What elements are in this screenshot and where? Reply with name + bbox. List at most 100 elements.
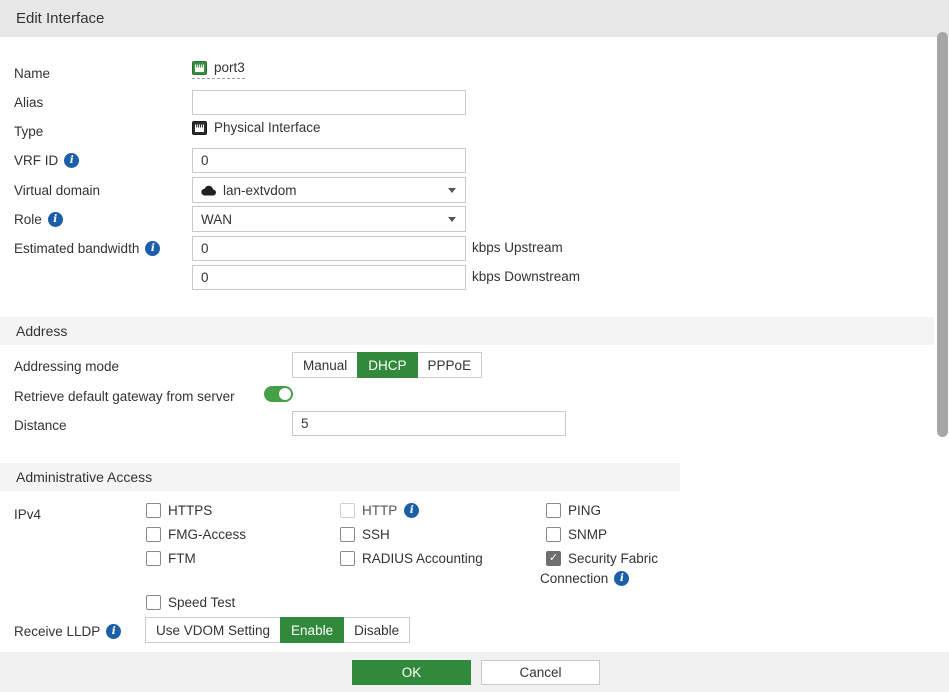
ftm-checkbox-label: FTM	[168, 551, 196, 566]
alias-label-text: Alias	[14, 95, 43, 110]
https-checkbox-item: HTTPS	[146, 503, 212, 518]
lldp-use-vdom-setting-button[interactable]: Use VDOM Setting	[145, 617, 281, 643]
addressing-mode-pppoe-button[interactable]: PPPoE	[417, 352, 483, 378]
security-fabric-checkbox-item: Security Fabric	[546, 551, 658, 566]
interface-type-text: Physical Interface	[214, 120, 321, 135]
radius-accounting-checkbox-label: RADIUS Accounting	[362, 551, 483, 566]
footer-bar	[0, 652, 949, 692]
https-checkbox-label: HTTPS	[168, 503, 212, 518]
ftm-checkbox-item: FTM	[146, 551, 196, 566]
https-checkbox[interactable]	[146, 503, 161, 518]
addressing-mode-segment: Manual DHCP PPPoE	[292, 352, 482, 378]
type-label-text: Type	[14, 124, 43, 139]
name-label: Name	[14, 64, 50, 82]
distance-label: Distance	[14, 416, 67, 434]
name-label-text: Name	[14, 66, 50, 81]
type-label: Type	[14, 122, 43, 140]
ping-checkbox-item: PING	[546, 503, 601, 518]
chevron-down-icon	[448, 217, 456, 222]
role-label-text: Role	[14, 212, 42, 227]
admin-access-section-header: Administrative Access	[0, 463, 680, 491]
interface-name-value[interactable]: port3	[192, 60, 245, 79]
physical-interface-icon	[192, 121, 207, 135]
estimated-bandwidth-label-text: Estimated bandwidth	[14, 241, 139, 256]
alias-input[interactable]	[192, 90, 466, 115]
ssh-checkbox-label: SSH	[362, 527, 390, 542]
receive-lldp-label-text: Receive LLDP	[14, 624, 100, 639]
http-checkbox-item: HTTP	[340, 503, 419, 518]
receive-lldp-label: Receive LLDP	[14, 622, 121, 640]
http-checkbox-label: HTTP	[362, 503, 397, 518]
snmp-checkbox-label: SNMP	[568, 527, 607, 542]
ssh-checkbox-item: SSH	[340, 527, 390, 542]
addressing-mode-manual-button[interactable]: Manual	[292, 352, 358, 378]
role-value: WAN	[201, 212, 232, 227]
vrf-id-info-icon[interactable]	[64, 153, 79, 168]
virtual-domain-label: Virtual domain	[14, 181, 100, 199]
role-select[interactable]: WAN	[192, 206, 466, 232]
role-label: Role	[14, 210, 63, 228]
retrieve-gateway-label-text: Retrieve default gateway from server	[14, 389, 235, 404]
addressing-mode-dhcp-button[interactable]: DHCP	[357, 352, 417, 378]
cancel-button[interactable]: Cancel	[481, 660, 600, 685]
virtual-domain-value: lan-extvdom	[223, 183, 297, 198]
upstream-unit-label: kbps Upstream	[472, 240, 563, 255]
security-fabric-info-icon[interactable]	[614, 571, 629, 586]
downstream-unit-label: kbps Downstream	[472, 269, 580, 284]
edit-interface-page: Edit Interface Name port3 Alias Type	[0, 0, 949, 692]
radius-accounting-checkbox-item: RADIUS Accounting	[340, 551, 483, 566]
radius-accounting-checkbox[interactable]	[340, 551, 355, 566]
ipv4-label-text: IPv4	[14, 507, 41, 522]
retrieve-gateway-label: Retrieve default gateway from server	[14, 387, 235, 405]
virtual-domain-label-text: Virtual domain	[14, 183, 100, 198]
distance-input[interactable]	[292, 411, 566, 436]
address-section-title: Address	[16, 323, 67, 339]
interface-name-text: port3	[214, 60, 245, 75]
addressing-mode-label-text: Addressing mode	[14, 359, 119, 374]
snmp-checkbox-item: SNMP	[546, 527, 607, 542]
ping-checkbox-label: PING	[568, 503, 601, 518]
estimated-bandwidth-label: Estimated bandwidth	[14, 239, 160, 257]
ipv4-label: IPv4	[14, 505, 41, 523]
downstream-bandwidth-input[interactable]	[192, 265, 466, 290]
addressing-mode-label: Addressing mode	[14, 357, 119, 375]
snmp-checkbox[interactable]	[546, 527, 561, 542]
address-section-header: Address	[0, 317, 934, 345]
retrieve-gateway-toggle[interactable]	[264, 386, 293, 402]
speed-test-checkbox[interactable]	[146, 595, 161, 610]
fmg-access-checkbox[interactable]	[146, 527, 161, 542]
ftm-checkbox[interactable]	[146, 551, 161, 566]
fmg-access-checkbox-item: FMG-Access	[146, 527, 246, 542]
http-checkbox[interactable]	[340, 503, 355, 518]
lldp-enable-button[interactable]: Enable	[280, 617, 344, 643]
virtual-domain-select[interactable]: lan-extvdom	[192, 177, 466, 203]
page-title: Edit Interface	[16, 10, 104, 27]
estimated-bandwidth-info-icon[interactable]	[145, 241, 160, 256]
http-info-icon[interactable]	[404, 503, 419, 518]
alias-label: Alias	[14, 93, 43, 111]
page-title-bar: Edit Interface	[0, 0, 949, 37]
admin-access-section-title: Administrative Access	[16, 469, 152, 485]
ping-checkbox[interactable]	[546, 503, 561, 518]
interface-port-icon	[192, 61, 207, 75]
vdom-cloud-icon	[201, 185, 216, 196]
speed-test-checkbox-label: Speed Test	[168, 595, 235, 610]
vrf-id-label-text: VRF ID	[14, 153, 58, 168]
role-info-icon[interactable]	[48, 212, 63, 227]
chevron-down-icon	[448, 188, 456, 193]
vrf-id-input[interactable]	[192, 148, 466, 173]
upstream-bandwidth-input[interactable]	[192, 236, 466, 261]
lldp-disable-button[interactable]: Disable	[343, 617, 410, 643]
receive-lldp-info-icon[interactable]	[106, 624, 121, 639]
speed-test-checkbox-item: Speed Test	[146, 595, 235, 610]
vertical-scrollbar-thumb[interactable]	[937, 32, 948, 437]
vrf-id-label: VRF ID	[14, 151, 79, 169]
ok-button[interactable]: OK	[352, 660, 471, 685]
ssh-checkbox[interactable]	[340, 527, 355, 542]
security-fabric-checkbox-label: Security Fabric	[568, 551, 658, 566]
security-fabric-checkbox[interactable]	[546, 551, 561, 566]
fmg-access-checkbox-label: FMG-Access	[168, 527, 246, 542]
distance-label-text: Distance	[14, 418, 67, 433]
receive-lldp-segment: Use VDOM Setting Enable Disable	[145, 617, 410, 643]
security-fabric-label-line2: Connection	[540, 571, 629, 586]
